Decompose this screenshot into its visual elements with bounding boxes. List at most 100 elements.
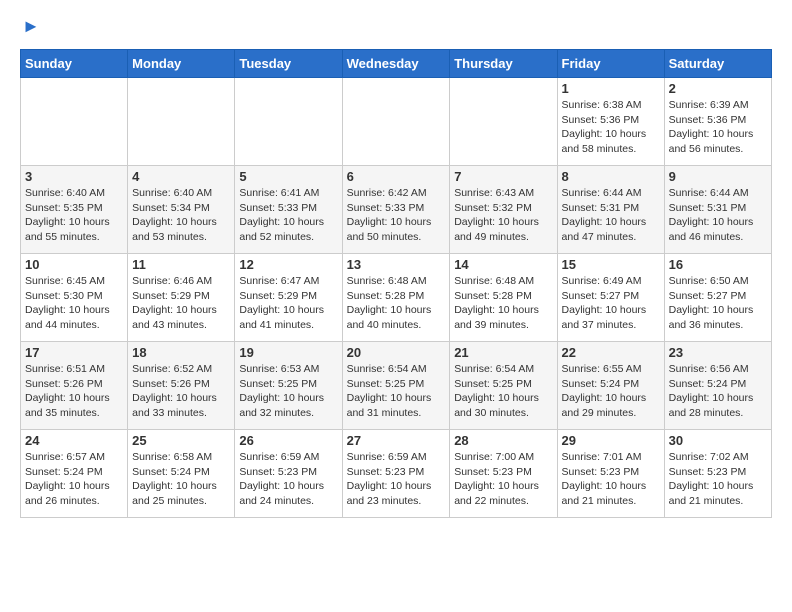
table-row: 9 Sunrise: 6:44 AM Sunset: 5:31 PM Daylig… bbox=[664, 166, 771, 254]
day-number: 22 bbox=[562, 345, 660, 360]
day-info: Sunrise: 6:43 AM Sunset: 5:32 PM Dayligh… bbox=[454, 186, 552, 245]
table-row bbox=[450, 78, 557, 166]
table-row: 27 Sunrise: 6:59 AM Sunset: 5:23 PM Dayli… bbox=[342, 430, 450, 518]
table-row bbox=[342, 78, 450, 166]
table-row: 8Sunrise: 6:44 AM Sunset: 5:31 PM Daylig… bbox=[557, 166, 664, 254]
week-row-2: 3 Sunrise: 6:40 AM Sunset: 5:35 PM Daylig… bbox=[21, 166, 772, 254]
header-saturday: Saturday bbox=[664, 50, 771, 78]
day-info: Sunrise: 6:52 AM Sunset: 5:26 PM Dayligh… bbox=[132, 362, 230, 421]
table-row: 17 Sunrise: 6:51 AM Sunset: 5:26 PM Dayli… bbox=[21, 342, 128, 430]
calendar: SundayMondayTuesdayWednesdayThursdayFrid… bbox=[20, 49, 772, 518]
table-row: 23 Sunrise: 6:56 AM Sunset: 5:24 PM Dayli… bbox=[664, 342, 771, 430]
table-row: 10 Sunrise: 6:45 AM Sunset: 5:30 PM Dayli… bbox=[21, 254, 128, 342]
day-info: Sunrise: 6:44 AM Sunset: 5:31 PM Dayligh… bbox=[669, 186, 767, 245]
table-row: 7 Sunrise: 6:43 AM Sunset: 5:32 PM Daylig… bbox=[450, 166, 557, 254]
day-info: Sunrise: 6:41 AM Sunset: 5:33 PM Dayligh… bbox=[239, 186, 337, 245]
day-info: Sunrise: 6:58 AM Sunset: 5:24 PM Dayligh… bbox=[132, 450, 230, 509]
day-number: 5 bbox=[239, 169, 337, 184]
day-number: 8 bbox=[562, 169, 660, 184]
header-tuesday: Tuesday bbox=[235, 50, 342, 78]
table-row: 12 Sunrise: 6:47 AM Sunset: 5:29 PM Dayli… bbox=[235, 254, 342, 342]
day-number: 21 bbox=[454, 345, 552, 360]
header-sunday: Sunday bbox=[21, 50, 128, 78]
day-info: Sunrise: 6:59 AM Sunset: 5:23 PM Dayligh… bbox=[239, 450, 337, 509]
table-row: 21Sunrise: 6:54 AM Sunset: 5:25 PM Dayli… bbox=[450, 342, 557, 430]
table-row: 24 Sunrise: 6:57 AM Sunset: 5:24 PM Dayli… bbox=[21, 430, 128, 518]
day-number: 13 bbox=[347, 257, 446, 272]
table-row: 3 Sunrise: 6:40 AM Sunset: 5:35 PM Daylig… bbox=[21, 166, 128, 254]
day-info: Sunrise: 6:38 AM Sunset: 5:36 PM Dayligh… bbox=[562, 98, 660, 157]
table-row: 15 Sunrise: 6:49 AM Sunset: 5:27 PM Dayli… bbox=[557, 254, 664, 342]
day-info: Sunrise: 6:40 AM Sunset: 5:35 PM Dayligh… bbox=[25, 186, 123, 245]
table-row: 14 Sunrise: 6:48 AM Sunset: 5:28 PM Dayli… bbox=[450, 254, 557, 342]
header-friday: Friday bbox=[557, 50, 664, 78]
table-row: 29Sunrise: 7:01 AM Sunset: 5:23 PM Dayli… bbox=[557, 430, 664, 518]
table-row: 18 Sunrise: 6:52 AM Sunset: 5:26 PM Dayli… bbox=[128, 342, 235, 430]
table-row: 28 Sunrise: 7:00 AM Sunset: 5:23 PM Dayli… bbox=[450, 430, 557, 518]
day-info: Sunrise: 6:48 AM Sunset: 5:28 PM Dayligh… bbox=[347, 274, 446, 333]
day-info: Sunrise: 6:50 AM Sunset: 5:27 PM Dayligh… bbox=[669, 274, 767, 333]
day-number: 28 bbox=[454, 433, 552, 448]
day-number: 12 bbox=[239, 257, 337, 272]
table-row: 1 Sunrise: 6:38 AM Sunset: 5:36 PM Daylig… bbox=[557, 78, 664, 166]
day-number: 3 bbox=[25, 169, 123, 184]
day-number: 4 bbox=[132, 169, 230, 184]
day-info: Sunrise: 7:02 AM Sunset: 5:23 PM Dayligh… bbox=[669, 450, 767, 509]
day-info: Sunrise: 6:59 AM Sunset: 5:23 PM Dayligh… bbox=[347, 450, 446, 509]
day-number: 27 bbox=[347, 433, 446, 448]
header-thursday: Thursday bbox=[450, 50, 557, 78]
day-number: 1 bbox=[562, 81, 660, 96]
table-row: 20 Sunrise: 6:54 AM Sunset: 5:25 PM Dayli… bbox=[342, 342, 450, 430]
week-row-5: 24 Sunrise: 6:57 AM Sunset: 5:24 PM Dayli… bbox=[21, 430, 772, 518]
day-info: Sunrise: 6:53 AM Sunset: 5:25 PM Dayligh… bbox=[239, 362, 337, 421]
table-row bbox=[235, 78, 342, 166]
week-row-4: 17 Sunrise: 6:51 AM Sunset: 5:26 PM Dayli… bbox=[21, 342, 772, 430]
day-info: Sunrise: 6:54 AM Sunset: 5:25 PM Dayligh… bbox=[347, 362, 446, 421]
table-row: 30 Sunrise: 7:02 AM Sunset: 5:23 PM Dayli… bbox=[664, 430, 771, 518]
table-row: 22Sunrise: 6:55 AM Sunset: 5:24 PM Dayli… bbox=[557, 342, 664, 430]
day-number: 30 bbox=[669, 433, 767, 448]
day-number: 20 bbox=[347, 345, 446, 360]
table-row: 11 Sunrise: 6:46 AM Sunset: 5:29 PM Dayli… bbox=[128, 254, 235, 342]
day-number: 14 bbox=[454, 257, 552, 272]
day-number: 15 bbox=[562, 257, 660, 272]
table-row: 16Sunrise: 6:50 AM Sunset: 5:27 PM Dayli… bbox=[664, 254, 771, 342]
day-number: 10 bbox=[25, 257, 123, 272]
table-row: 25Sunrise: 6:58 AM Sunset: 5:24 PM Dayli… bbox=[128, 430, 235, 518]
header-wednesday: Wednesday bbox=[342, 50, 450, 78]
day-number: 9 bbox=[669, 169, 767, 184]
header-monday: Monday bbox=[128, 50, 235, 78]
day-number: 7 bbox=[454, 169, 552, 184]
day-number: 18 bbox=[132, 345, 230, 360]
table-row: 4Sunrise: 6:40 AM Sunset: 5:34 PM Daylig… bbox=[128, 166, 235, 254]
day-info: Sunrise: 6:46 AM Sunset: 5:29 PM Dayligh… bbox=[132, 274, 230, 333]
day-info: Sunrise: 6:49 AM Sunset: 5:27 PM Dayligh… bbox=[562, 274, 660, 333]
day-number: 17 bbox=[25, 345, 123, 360]
day-number: 29 bbox=[562, 433, 660, 448]
day-info: Sunrise: 6:51 AM Sunset: 5:26 PM Dayligh… bbox=[25, 362, 123, 421]
calendar-header-row: SundayMondayTuesdayWednesdayThursdayFrid… bbox=[21, 50, 772, 78]
day-info: Sunrise: 6:39 AM Sunset: 5:36 PM Dayligh… bbox=[669, 98, 767, 157]
table-row: 26 Sunrise: 6:59 AM Sunset: 5:23 PM Dayli… bbox=[235, 430, 342, 518]
day-number: 26 bbox=[239, 433, 337, 448]
day-info: Sunrise: 6:47 AM Sunset: 5:29 PM Dayligh… bbox=[239, 274, 337, 333]
day-info: Sunrise: 7:00 AM Sunset: 5:23 PM Dayligh… bbox=[454, 450, 552, 509]
table-row: 19 Sunrise: 6:53 AM Sunset: 5:25 PM Dayli… bbox=[235, 342, 342, 430]
day-info: Sunrise: 6:45 AM Sunset: 5:30 PM Dayligh… bbox=[25, 274, 123, 333]
week-row-3: 10 Sunrise: 6:45 AM Sunset: 5:30 PM Dayli… bbox=[21, 254, 772, 342]
day-number: 11 bbox=[132, 257, 230, 272]
table-row bbox=[21, 78, 128, 166]
table-row bbox=[128, 78, 235, 166]
day-info: Sunrise: 6:56 AM Sunset: 5:24 PM Dayligh… bbox=[669, 362, 767, 421]
page: ► SundayMondayTuesdayWednesdayThursdayFr… bbox=[0, 0, 792, 528]
table-row: 6 Sunrise: 6:42 AM Sunset: 5:33 PM Daylig… bbox=[342, 166, 450, 254]
logo-arrow-icon: ► bbox=[22, 16, 40, 37]
day-info: Sunrise: 6:57 AM Sunset: 5:24 PM Dayligh… bbox=[25, 450, 123, 509]
day-number: 6 bbox=[347, 169, 446, 184]
day-number: 23 bbox=[669, 345, 767, 360]
day-info: Sunrise: 6:42 AM Sunset: 5:33 PM Dayligh… bbox=[347, 186, 446, 245]
day-number: 24 bbox=[25, 433, 123, 448]
day-info: Sunrise: 6:48 AM Sunset: 5:28 PM Dayligh… bbox=[454, 274, 552, 333]
day-number: 19 bbox=[239, 345, 337, 360]
logo: ► bbox=[20, 16, 40, 37]
